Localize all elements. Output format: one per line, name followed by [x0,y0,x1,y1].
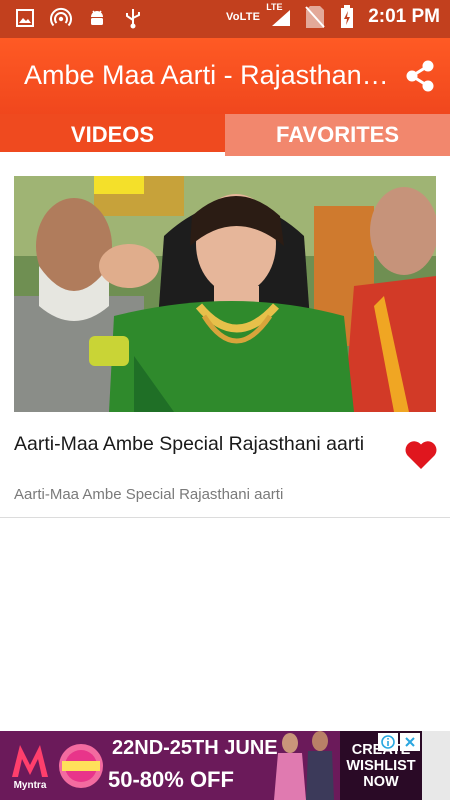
ad-models-image [274,731,334,800]
signal-icon: LTE [266,2,294,28]
video-title[interactable]: Aarti-Maa Ambe Special Rajasthani aarti [14,432,394,457]
heart-icon [405,441,437,469]
lte-label: LTE [266,2,283,12]
status-bar: VoLTE LTE 2:01 PM [0,0,450,38]
battery-icon [336,5,358,28]
app-title: Ambe Maa Aarti - Rajasthani Songs [24,60,394,90]
tab-videos[interactable]: VIDEOS [0,114,225,156]
video-subtitle: Aarti-Maa Ambe Special Rajasthani aarti [14,486,284,503]
image-icon [14,7,36,29]
ad-dates: 22ND-25TH JUNE [112,737,278,759]
status-bar-left [14,7,144,29]
favorite-button[interactable] [404,440,438,470]
app-screen: VoLTE LTE 2:01 PM Ambe Maa Aarti - Rajas… [0,0,450,800]
video-thumbnail[interactable] [14,176,436,412]
usb-icon [122,7,144,29]
android-icon [86,7,108,29]
close-ad-icon[interactable] [400,733,420,751]
ad-choices[interactable] [378,733,420,751]
ad-brand: Myntra [13,780,47,791]
tab-favorites[interactable]: FAVORITES [225,114,450,156]
list-divider [0,517,450,518]
no-sim-icon [304,6,326,28]
adchoices-icon[interactable] [378,733,398,751]
tab-bar: VIDEOS FAVORITES [0,114,450,156]
status-bar-right: VoLTE LTE 2:01 PM [225,2,440,28]
sale-badge [59,744,103,788]
app-bar: Ambe Maa Aarti - Rajasthani Songs [0,38,450,114]
hotspot-icon [50,7,72,29]
share-icon [406,60,434,92]
clock: 2:01 PM [368,6,440,27]
share-button[interactable] [400,56,440,96]
volte-label: VoLTE [225,11,261,23]
ad-edge [422,731,450,800]
ad-discount: 50-80% OFF [108,767,234,792]
